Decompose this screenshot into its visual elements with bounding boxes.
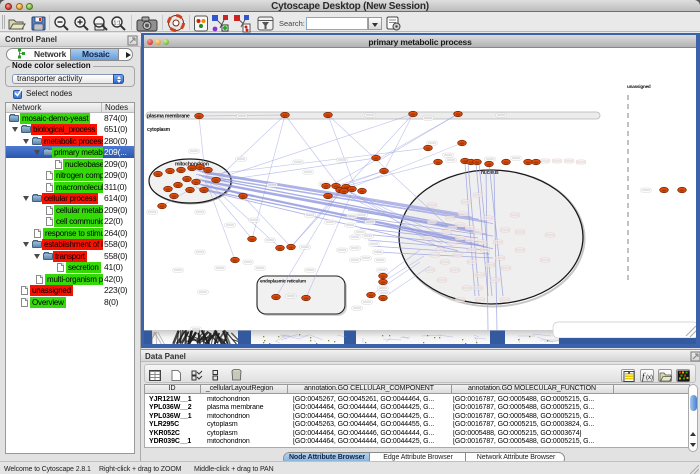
svg-text:(x): (x) — [646, 375, 653, 381]
svg-text:cytoplasm: cytoplasm — [147, 127, 171, 133]
svg-text:plasma membrane: plasma membrane — [147, 114, 190, 120]
svg-text:1:1: 1:1 — [113, 20, 121, 26]
svg-text:unassigned: unassigned — [627, 84, 651, 89]
svg-text:endoplasmic reticulum: endoplasmic reticulum — [260, 279, 306, 284]
